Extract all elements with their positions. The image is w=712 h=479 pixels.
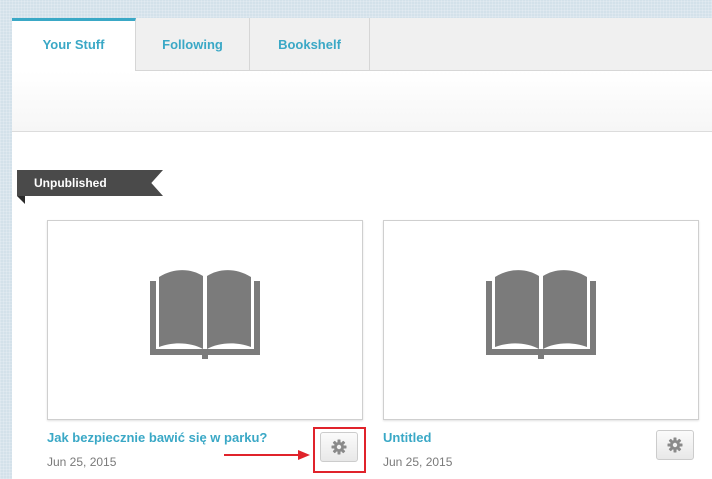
open-book-icon [150,270,260,359]
story-date-1: Jun 25, 2015 [47,455,117,469]
toolbar-strip [12,71,712,132]
settings-highlight-box [313,427,366,473]
gear-icon [667,437,683,453]
story-settings-button-2[interactable] [656,430,694,460]
story-cover-1[interactable] [47,220,363,420]
section-label: Unpublished [34,176,107,190]
pointer-arrow [224,450,310,460]
section-ribbon-unpublished: Unpublished [17,170,163,196]
tab-following[interactable]: Following [136,18,250,70]
story-title-1[interactable]: Jak bezpiecznie bawić się w parku? [47,430,267,445]
story-date-2: Jun 25, 2015 [383,455,453,469]
open-book-icon [486,270,596,359]
tab-bar: Your Stuff Following Bookshelf [12,18,712,71]
ribbon-fold [17,196,25,204]
tab-your-stuff[interactable]: Your Stuff [12,18,136,71]
tab-bookshelf[interactable]: Bookshelf [250,18,370,70]
story-title-2[interactable]: Untitled [383,430,431,445]
story-cover-2[interactable] [383,220,699,420]
